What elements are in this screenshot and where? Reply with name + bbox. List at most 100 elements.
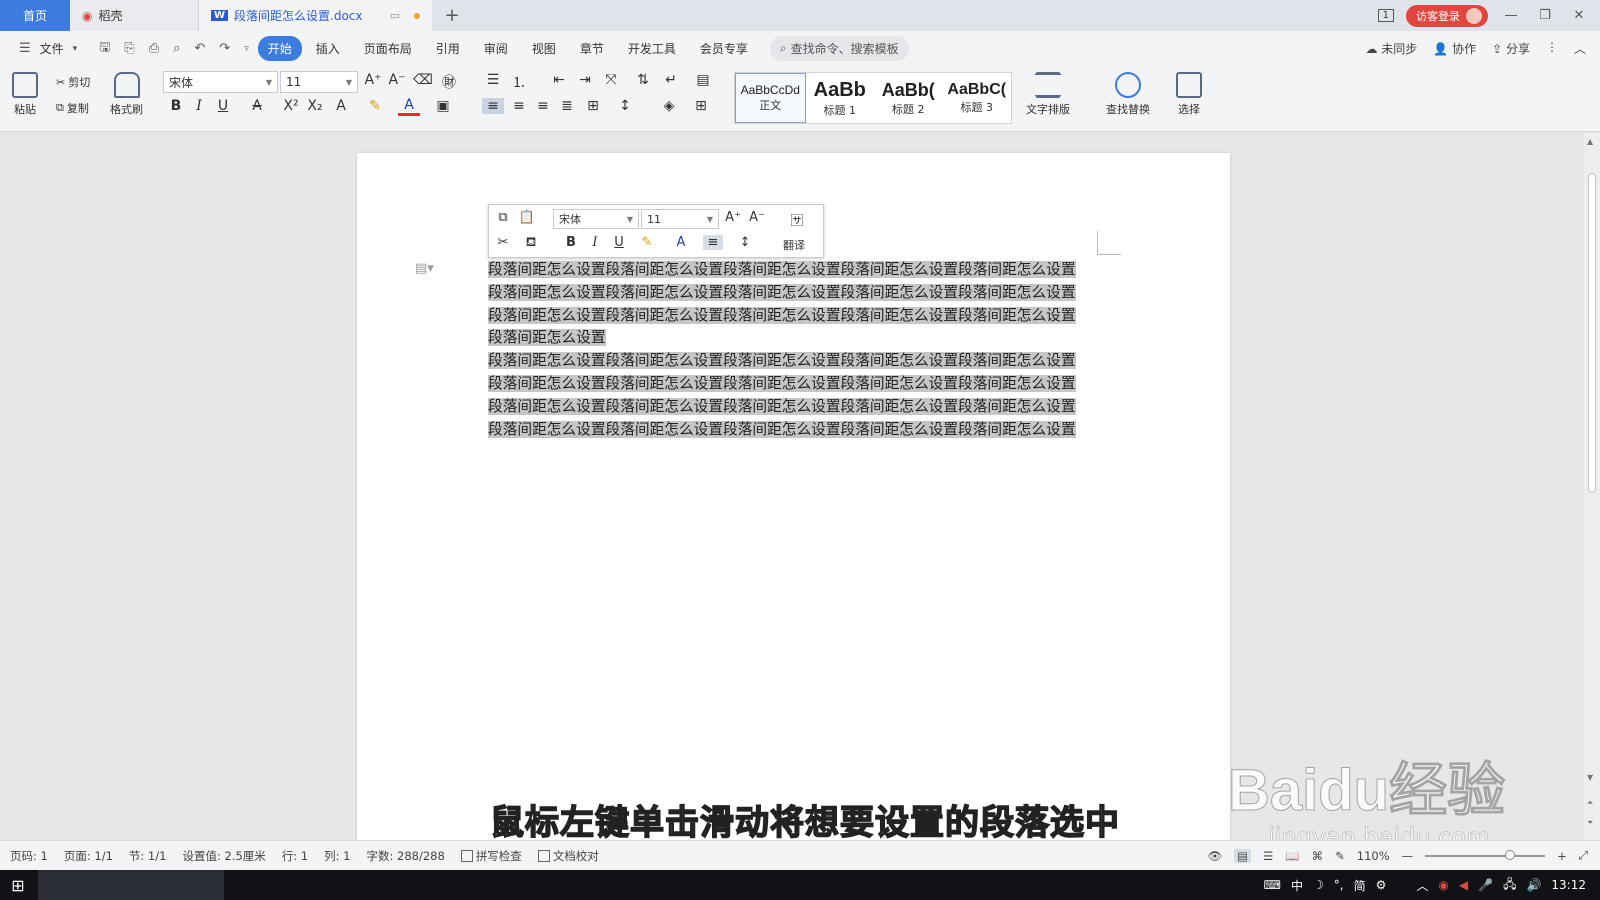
menu-member[interactable]: 会员专享 [690,36,758,61]
show-marks-icon[interactable]: ↵ [660,72,682,88]
collab-button[interactable]: 👤 协作 [1433,40,1476,57]
status-col[interactable]: 列: 1 [324,848,350,864]
document-body[interactable]: 段落间距怎么设置段落间距怎么设置段落间距怎么设置段落间距怎么设置段落间距怎么设置… [488,259,1088,441]
taskbar-app[interactable] [38,870,224,900]
scroll-down-icon[interactable]: ▼ [1587,773,1593,782]
paste-button[interactable]: 粘贴 [12,72,38,117]
save-icon[interactable]: 🖫 [94,38,115,60]
text-layout-button[interactable]: 文字排版 [1026,72,1070,117]
menu-insert[interactable]: 插入 [306,36,350,61]
close-icon[interactable]: ✕ [1568,8,1590,23]
menu-view[interactable]: 视图 [522,36,566,61]
chevron-down-icon[interactable]: ▾ [68,44,83,54]
menu-section[interactable]: 章节 [570,36,614,61]
menu-review[interactable]: 审阅 [474,36,518,61]
cut-button[interactable]: ✂ 剪切 [56,74,90,90]
superscript-icon[interactable]: X² [280,98,302,114]
justify-icon[interactable]: ≣ [556,98,578,114]
status-word-count[interactable]: 字数: 288/288 [367,848,445,864]
bold-icon[interactable]: B [165,98,187,114]
scroll-up-icon[interactable]: ▲ [1587,137,1593,146]
increase-indent-icon[interactable]: ⇥ [574,72,596,88]
bullet-list-icon[interactable]: ☰ [482,72,504,88]
line-spacing-icon[interactable]: ↕ [735,235,755,250]
status-setting[interactable]: 设置值: 2.5厘米 [182,848,265,864]
table-of-contents-icon[interactable]: ▤ [692,72,714,88]
eye-protection-icon[interactable]: 👁 [1208,849,1223,863]
fullscreen-icon[interactable]: ⤢ [1579,848,1588,863]
clock[interactable]: 13:12 [1551,878,1586,892]
menu-start[interactable]: 开始 [257,36,302,61]
shrink-font-icon[interactable]: A⁻ [747,210,767,225]
hamburger-icon[interactable]: ☰ [14,41,36,56]
reading-view-icon[interactable]: 📖 [1285,849,1299,863]
strikethrough-icon[interactable]: A [246,98,268,114]
windows-start-icon[interactable]: ⊞ [0,876,36,895]
menu-page-layout[interactable]: 页面布局 [354,36,422,61]
keyboard-icon[interactable]: ⌨ [1264,878,1281,892]
network-icon[interactable]: 🖧 [1503,875,1516,896]
highlight-icon[interactable]: ✎ [637,235,657,250]
shrink-font-icon[interactable]: A⁻ [386,72,408,88]
translate-label[interactable]: 翻译 [783,237,805,253]
share-button[interactable]: ⇪ 分享 [1492,40,1530,57]
shading-icon[interactable]: ◈ [658,98,680,114]
restore-icon[interactable]: ❐ [1534,8,1556,23]
print-icon[interactable]: ⎙ [144,41,164,56]
punctuation-icon[interactable]: °, [1334,878,1344,892]
new-tab-button[interactable]: + [432,0,472,31]
doc-proof-button[interactable]: 文档校对 [537,848,599,864]
italic-icon[interactable]: I [188,98,210,114]
more-vertical-icon[interactable]: ⋮ [1546,40,1558,57]
scroll-thumb[interactable] [1588,173,1596,493]
underline-icon[interactable]: U [609,235,629,250]
font-size-select[interactable]: 11 ▼ [280,71,358,93]
copy-icon[interactable]: ⧉ [493,210,513,225]
font-color-icon[interactable]: A [671,235,691,250]
ime-indicator[interactable]: 中 [1291,877,1303,894]
sync-button[interactable]: ☁ 未同步 [1365,40,1417,57]
app-tray-icon[interactable]: ◉ [1438,878,1448,892]
distributed-icon[interactable]: ⊞ [582,98,604,114]
select-button[interactable]: 选择 [1176,72,1202,117]
align-center-icon[interactable]: ≡ [508,98,530,114]
format-painter-icon[interactable]: ⛾ [521,235,541,252]
line-spacing-icon[interactable]: ↕ [614,98,636,114]
gear-icon[interactable]: ⚙ [1376,878,1387,892]
volume-icon[interactable]: 🔊 [1526,878,1541,892]
style-normal[interactable]: AaBbCcDd 正文 [735,73,806,123]
vertical-scrollbar[interactable]: ▲ ▼ ⏶ ⏷ [1584,133,1600,840]
zoom-value[interactable]: 110% [1357,849,1390,863]
zoom-slider[interactable] [1425,849,1546,860]
zoom-slider-knob[interactable] [1505,849,1516,860]
print-preview-icon[interactable]: ⌕ [168,41,185,56]
mini-font-name-select[interactable]: 宋体 ▼ [553,209,639,229]
paragraph[interactable]: 段落间距怎么设置段落间距怎么设置段落间距怎么设置段落间距怎么设置段落间距怎么设置… [488,350,1088,396]
paragraph-layout-icon[interactable]: ▤▾ [415,261,434,276]
spell-check-toggle[interactable]: 拼写检查 [460,848,522,864]
grow-font-icon[interactable]: A⁺ [723,210,743,225]
command-search[interactable]: ⌕ 查找命令、搜索模板 [769,36,909,61]
guest-login-button[interactable]: 访客登录 [1406,4,1488,27]
more-icon[interactable]: ▿ [239,44,254,54]
style-heading-3[interactable]: AaBbC( 标题 3 [943,73,1012,123]
status-section[interactable]: 节: 1/1 [129,848,167,864]
align-right-icon[interactable]: ≡ [532,98,554,114]
text-effect-icon[interactable]: A [330,98,352,114]
translate-icon[interactable]: 🈂 [787,210,807,229]
paragraph[interactable]: 段落间距怎么设置段落间距怎么设置段落间距怎么设置段落间距怎么设置段落间距怎么设置… [488,259,1088,350]
align-icon[interactable]: ≡ [703,235,723,250]
underline-icon[interactable]: U [212,98,234,114]
undo-icon[interactable]: ↶ [189,41,210,56]
sort-icon[interactable]: ⇅ [632,72,654,88]
collapse-ribbon-icon[interactable]: ︿ [1574,40,1586,57]
style-heading-2[interactable]: AaBb( 标题 2 [874,73,943,123]
chevron-up-icon[interactable]: ︿ [1416,877,1428,894]
grow-font-icon[interactable]: A⁺ [362,72,384,88]
file-menu[interactable]: 文件 [40,40,64,57]
mini-font-size-select[interactable]: 11 ▼ [641,209,719,229]
tab-daoke[interactable]: ◉ 稻壳 [70,0,198,31]
moon-icon[interactable]: ☽ [1313,878,1324,892]
status-pages[interactable]: 页面: 1/1 [64,848,113,864]
page-down-icon[interactable]: ⏷ [1587,818,1593,828]
